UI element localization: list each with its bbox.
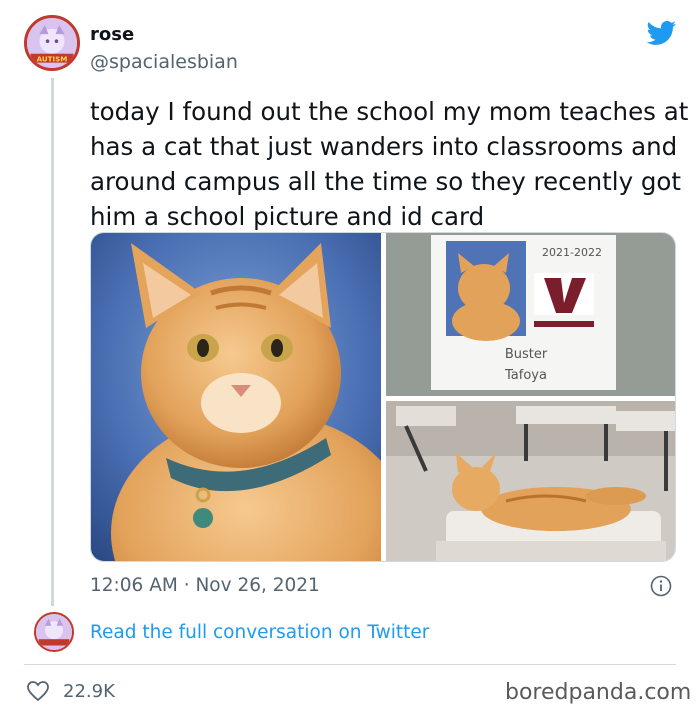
- tweet-media-grid[interactable]: 2021-2022 Buster Tafoya: [90, 232, 676, 562]
- info-icon[interactable]: [650, 575, 672, 597]
- cat-on-desk-photo[interactable]: [386, 401, 675, 561]
- source-watermark: boredpanda.com: [505, 680, 692, 705]
- author-handle[interactable]: @spacialesbian: [90, 51, 238, 73]
- author-avatar[interactable]: AUTISM: [24, 15, 80, 71]
- divider: [24, 664, 676, 665]
- author-name[interactable]: rose: [90, 24, 134, 45]
- id-card-first-name: Buster: [505, 347, 548, 362]
- author-avatar-small[interactable]: [34, 612, 74, 652]
- id-card-last-name: Tafoya: [504, 368, 547, 383]
- cat-school-portrait[interactable]: [91, 233, 381, 561]
- avatar-image: AUTISM: [27, 18, 77, 68]
- thread-line: [51, 78, 54, 606]
- heart-icon[interactable]: [26, 680, 50, 702]
- id-card-year: 2021-2022: [542, 246, 602, 259]
- twitter-bird-icon[interactable]: [645, 18, 678, 48]
- tweet-text: today I found out the school my mom teac…: [90, 97, 689, 231]
- cat-id-card-photo[interactable]: 2021-2022 Buster Tafoya: [386, 233, 675, 396]
- read-full-conversation-link[interactable]: Read the full conversation on Twitter: [90, 622, 429, 643]
- avatar-badge: AUTISM: [37, 54, 68, 63]
- tweet-timestamp[interactable]: 12:06 AM · Nov 26, 2021: [90, 575, 320, 596]
- like-count: 22.9K: [63, 681, 115, 702]
